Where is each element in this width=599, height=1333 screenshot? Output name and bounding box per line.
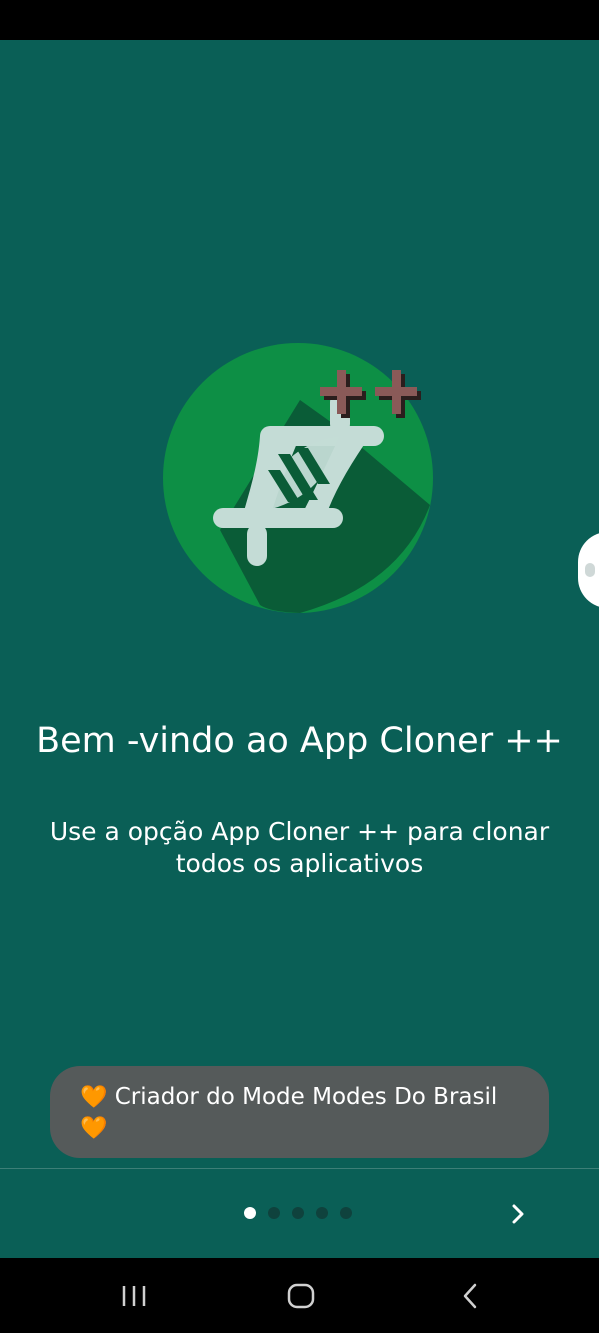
home-button[interactable] (281, 1280, 321, 1312)
system-navigation-bar (0, 1258, 599, 1333)
recents-button[interactable] (114, 1280, 154, 1312)
edge-handle-notch (585, 563, 595, 577)
page-dot[interactable] (340, 1207, 352, 1219)
toast-message: 🧡 Criador do Mode Modes Do Brasil 🧡 (50, 1066, 549, 1158)
back-icon (463, 1283, 477, 1309)
onboarding-screen: Bem -vindo ao App Cloner ++ Use a opção … (0, 40, 599, 1258)
footer-divider (0, 1168, 599, 1169)
orange-heart-icon: 🧡 (80, 1116, 108, 1141)
edge-panel-handle[interactable] (578, 532, 599, 608)
page-dot[interactable] (316, 1207, 328, 1219)
status-bar (0, 0, 599, 40)
welcome-title: Bem -vindo ao App Cloner ++ (36, 721, 563, 761)
orange-heart-icon: 🧡 (80, 1085, 108, 1110)
recents-icon (122, 1286, 146, 1306)
page-indicator (244, 1207, 352, 1220)
toast-text: Criador do Mode Modes Do Brasil (114, 1084, 498, 1110)
welcome-description: Use a opção App Cloner ++ para clonar to… (49, 817, 550, 878)
page-dot-active[interactable] (244, 1207, 256, 1219)
home-icon (287, 1283, 315, 1309)
back-button[interactable] (450, 1280, 490, 1312)
next-button[interactable] (500, 1196, 536, 1232)
app-cloner-logo-icon (163, 343, 433, 613)
page-dot[interactable] (268, 1207, 280, 1219)
page-dot[interactable] (292, 1207, 304, 1219)
chevron-right-icon (512, 1204, 524, 1224)
